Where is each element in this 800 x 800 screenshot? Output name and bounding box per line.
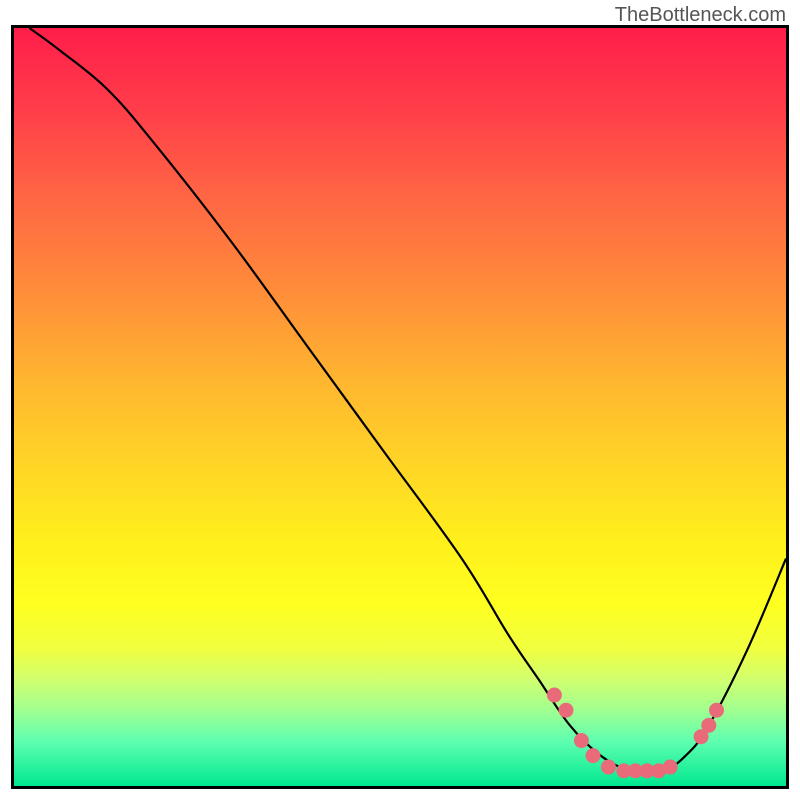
curve-marker: [709, 703, 724, 718]
bottleneck-curve: [29, 28, 786, 773]
plot-area: [14, 28, 786, 786]
marker-group: [547, 688, 724, 779]
curve-marker: [547, 688, 562, 703]
curve-marker: [663, 760, 678, 775]
curve-marker: [701, 718, 716, 733]
curve-marker: [574, 733, 589, 748]
curve-marker: [601, 760, 616, 775]
curve-marker: [586, 748, 601, 763]
curve-layer: [14, 28, 786, 786]
attribution-text: TheBottleneck.com: [615, 4, 786, 27]
curve-marker: [558, 703, 573, 718]
bottleneck-chart: TheBottleneck.com: [0, 0, 800, 800]
